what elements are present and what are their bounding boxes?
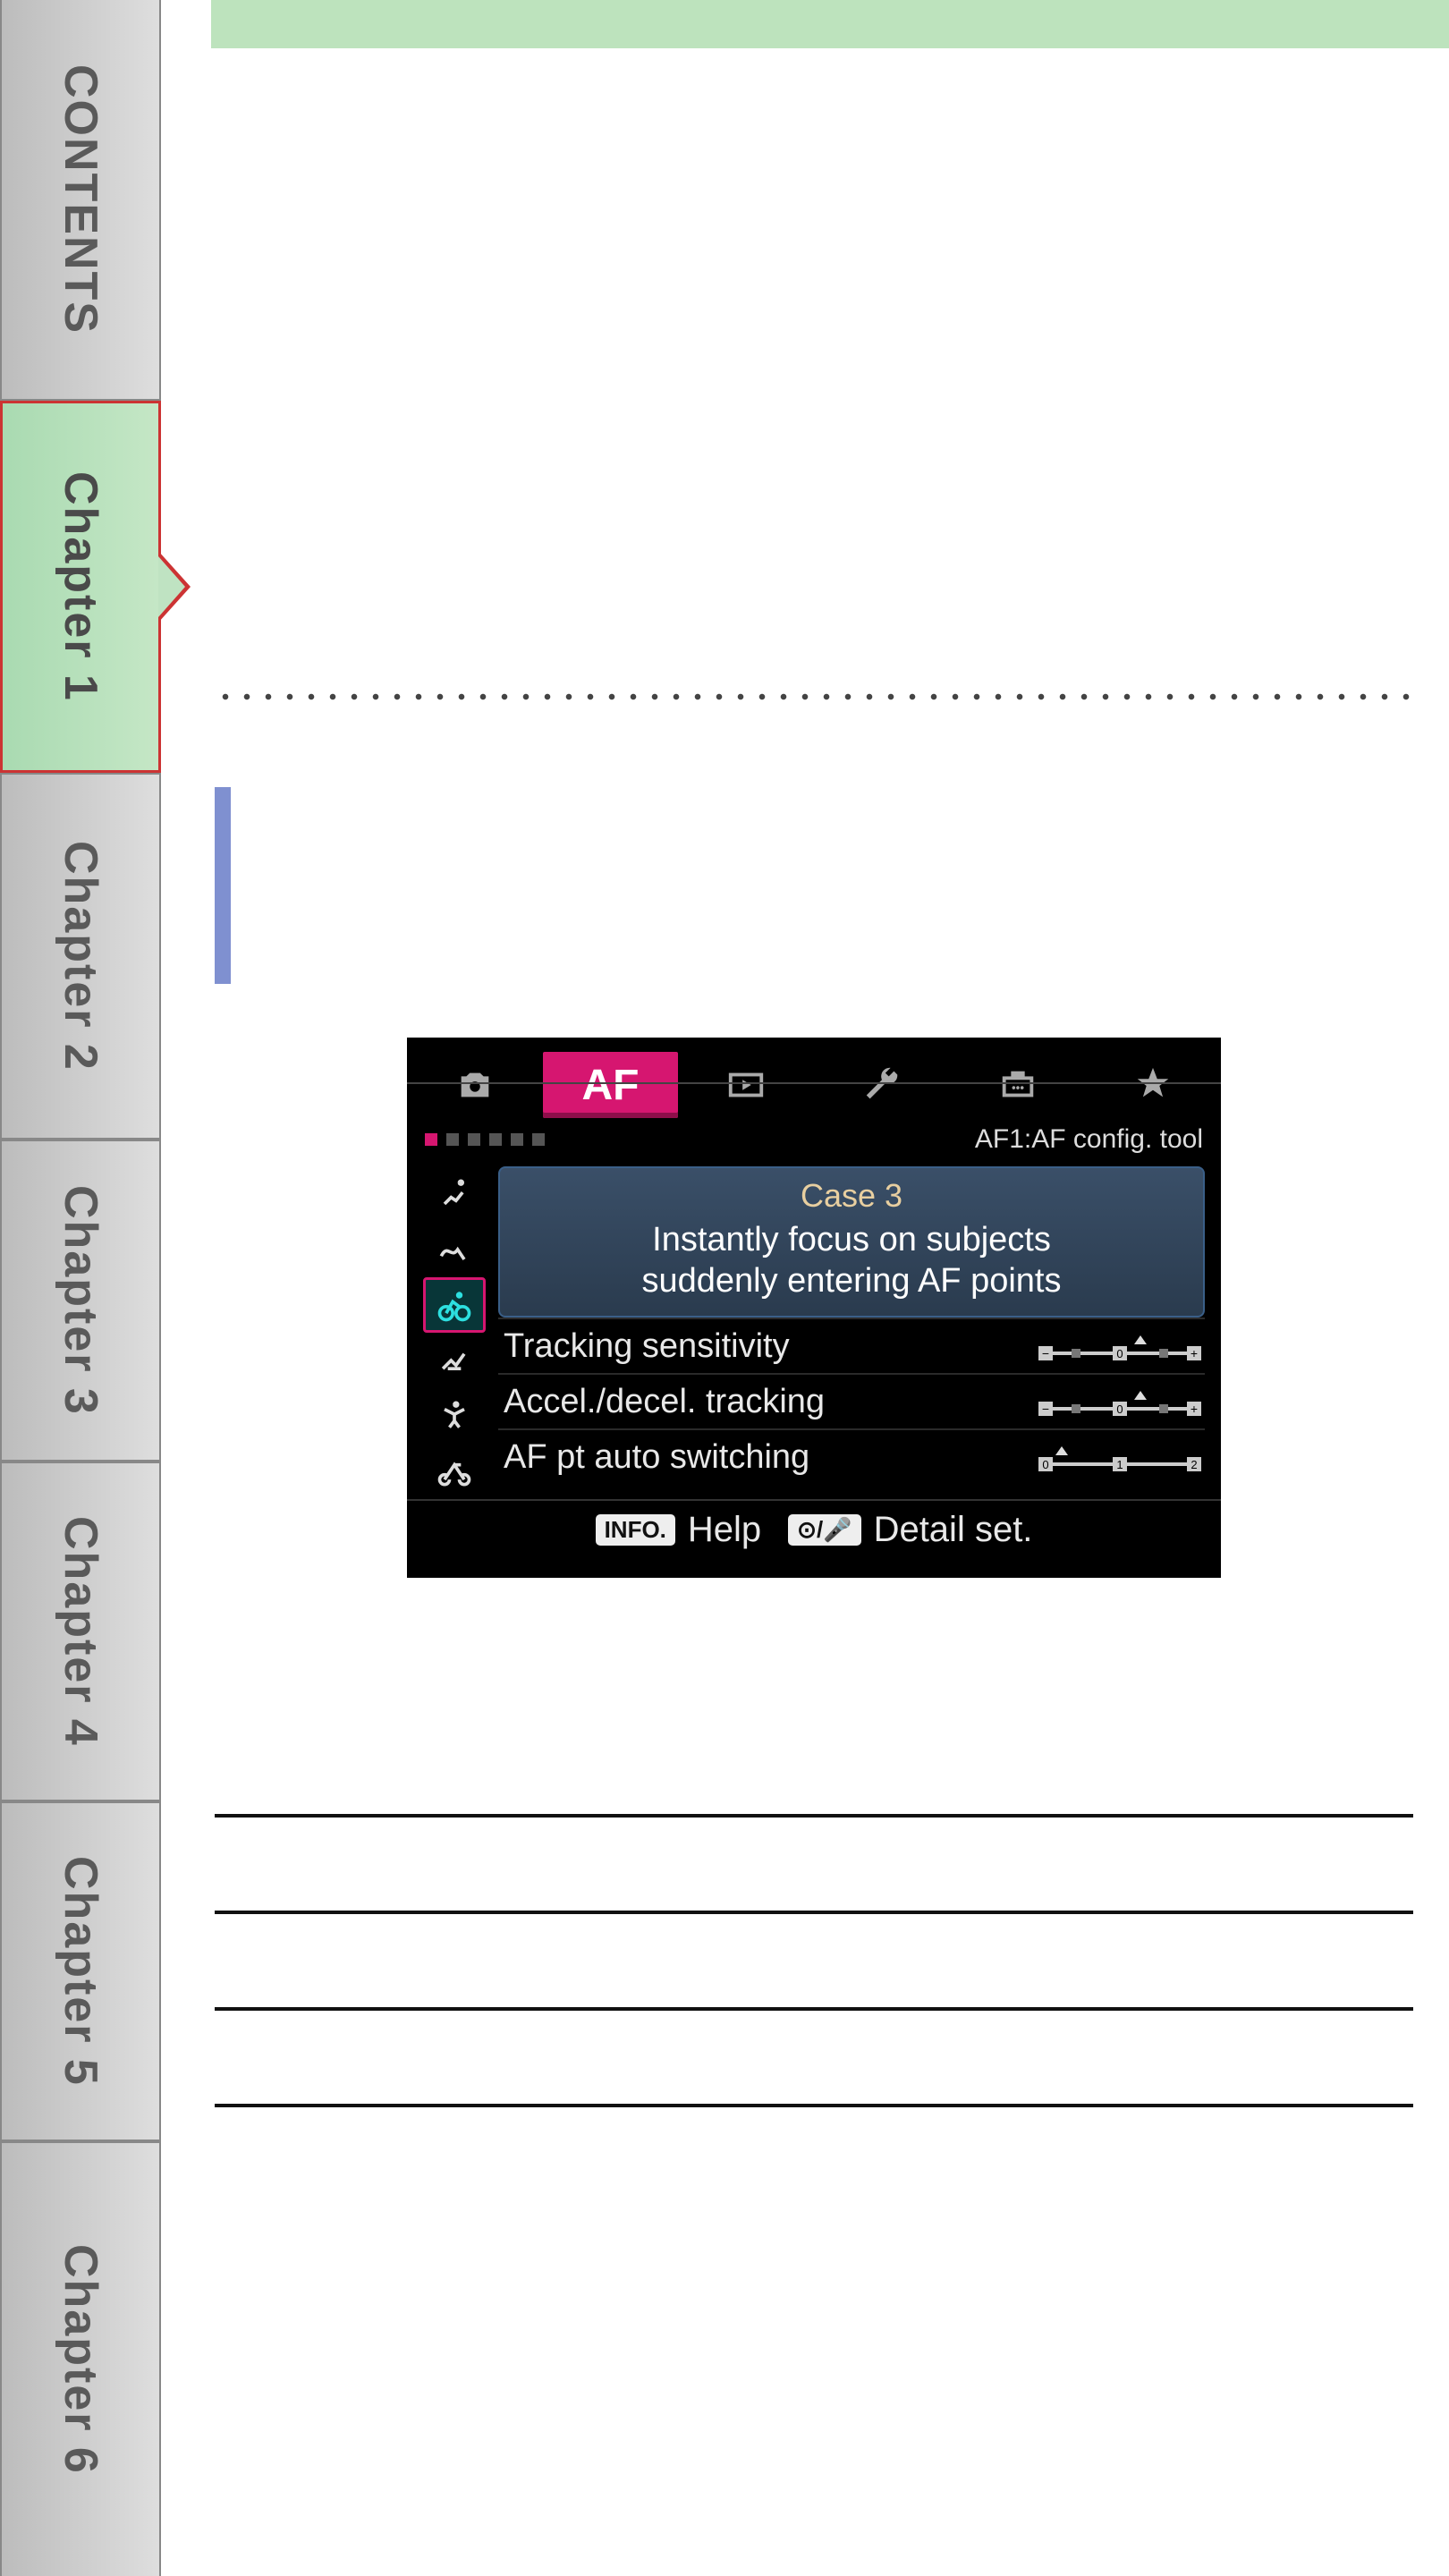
runner-icon [435, 1174, 474, 1214]
chapter-sidebar: CONTENTS Chapter 1 Chapter 2 Chapter 3 C… [0, 0, 161, 2576]
dot [489, 1133, 502, 1146]
scribble-icon [435, 1230, 474, 1269]
sidebar-label: Chapter 3 [54, 1185, 107, 1416]
svg-text:0: 0 [1042, 1458, 1048, 1471]
camera-page-dots [425, 1133, 545, 1146]
footer-help-label: Help [688, 1510, 761, 1550]
camera-sub-bar: AF1:AF config. tool [407, 1118, 1221, 1161]
camera-top-tabs: AF ••• [407, 1038, 1221, 1118]
param-accel-decel: Accel./decel. tracking − 0 + [498, 1373, 1205, 1428]
case-description-line-1: Instantly focus on subjects [511, 1220, 1192, 1261]
case-icon-6 [423, 1444, 486, 1499]
camera-menu-screenshot: AF ••• [407, 1038, 1221, 1578]
sidebar-label: CONTENTS [54, 64, 107, 335]
settings-table [215, 1721, 1413, 2107]
case-icon-3-selected [423, 1277, 486, 1333]
sidebar-item-chapter-4[interactable]: Chapter 4 [0, 1462, 161, 1801]
svg-text:0: 0 [1116, 1402, 1123, 1416]
dot [468, 1133, 480, 1146]
cyclist-icon [435, 1285, 474, 1325]
case-description-line-2: suddenly entering AF points [511, 1261, 1192, 1302]
paragraph-left-marker [215, 787, 231, 984]
sidebar-label: Chapter 1 [54, 471, 107, 702]
playback-icon [725, 1064, 767, 1106]
param-tracking-sensitivity: Tracking sensitivity − 0 + [498, 1318, 1205, 1373]
table-row [215, 2011, 1413, 2107]
table-row [215, 1914, 1413, 2011]
footer-detail-label: Detail set. [874, 1510, 1033, 1550]
table-row [215, 1818, 1413, 1914]
camera-tab-custom-fn: ••• [950, 1052, 1086, 1118]
sidebar-label: Chapter 5 [54, 1856, 107, 2087]
tab-label: AF [582, 1061, 640, 1110]
star-icon [1132, 1064, 1174, 1106]
param-label: AF pt auto switching [498, 1438, 1035, 1477]
svg-text:+: + [1191, 1402, 1198, 1416]
sidebar-item-chapter-3[interactable]: Chapter 3 [0, 1140, 161, 1462]
sidebar-item-chapter-2[interactable]: Chapter 2 [0, 773, 161, 1140]
page-content: AF ••• [161, 0, 1449, 2576]
dot-active [425, 1133, 437, 1146]
sidebar-label: Chapter 2 [54, 841, 107, 1072]
sidebar-item-chapter-6[interactable]: Chapter 6 [0, 2141, 161, 2576]
param-label: Accel./decel. tracking [498, 1383, 1035, 1421]
case-title: Case 3 [511, 1177, 1192, 1215]
slider-minus-zero-plus: − 0 + [1035, 1328, 1205, 1364]
camera-tab-setup [814, 1052, 950, 1118]
svg-text:−: − [1042, 1346, 1049, 1360]
cfn-icon: ••• [997, 1064, 1038, 1106]
camera-subtitle: AF1:AF config. tool [975, 1124, 1203, 1155]
sidebar-item-chapter-1[interactable]: Chapter 1 [0, 401, 161, 773]
svg-text:+: + [1191, 1346, 1198, 1360]
camera-icon [454, 1064, 496, 1106]
sidebar-label: Chapter 4 [54, 1516, 107, 1747]
cyclist-side-icon [435, 1452, 474, 1491]
svg-text:1: 1 [1116, 1458, 1123, 1471]
camera-footer: INFO. Help ⊙/🎤 Detail set. [407, 1499, 1221, 1558]
hurdler-icon [435, 1341, 474, 1380]
sidebar-label: Chapter 6 [54, 2244, 107, 2475]
slider-minus-zero-plus: − 0 + [1035, 1384, 1205, 1419]
sidebar-item-contents[interactable]: CONTENTS [0, 0, 161, 401]
case-icon-2 [423, 1222, 486, 1277]
case-icon-1 [423, 1166, 486, 1222]
dot [446, 1133, 459, 1146]
info-badge: INFO. [596, 1514, 675, 1546]
param-af-pt-switching: AF pt auto switching 0 1 2 [498, 1428, 1205, 1484]
sidebar-item-chapter-5[interactable]: Chapter 5 [0, 1801, 161, 2141]
case-icon-4 [423, 1333, 486, 1388]
footer-help: INFO. Help [596, 1510, 762, 1550]
page-header-bar [211, 0, 1449, 48]
footer-detail-set: ⊙/🎤 Detail set. [788, 1510, 1032, 1550]
svg-text:0: 0 [1116, 1347, 1123, 1360]
dot [532, 1133, 545, 1146]
case-icon-5 [423, 1388, 486, 1444]
dancer-icon [435, 1396, 474, 1436]
dot [511, 1133, 523, 1146]
camera-tab-playback [678, 1052, 814, 1118]
param-label: Tracking sensitivity [498, 1327, 1035, 1366]
paragraph-block [215, 787, 1413, 984]
key-mic-badge: ⊙/🎤 [788, 1514, 860, 1546]
case-icon-column [423, 1166, 486, 1499]
dotted-rule [215, 692, 1413, 701]
wrench-icon [861, 1064, 902, 1106]
camera-tab-shooting [407, 1052, 543, 1118]
case-description-panel: Case 3 Instantly focus on subjects sudde… [498, 1166, 1205, 1318]
case-main-column: Case 3 Instantly focus on subjects sudde… [498, 1166, 1205, 1499]
camera-tab-mymenu [1085, 1052, 1221, 1118]
svg-text:2: 2 [1191, 1458, 1197, 1471]
table-row [215, 1721, 1413, 1818]
svg-text:−: − [1042, 1402, 1049, 1416]
slider-zero-one-two: 0 1 2 [1035, 1439, 1205, 1475]
camera-tab-af: AF [543, 1052, 679, 1118]
